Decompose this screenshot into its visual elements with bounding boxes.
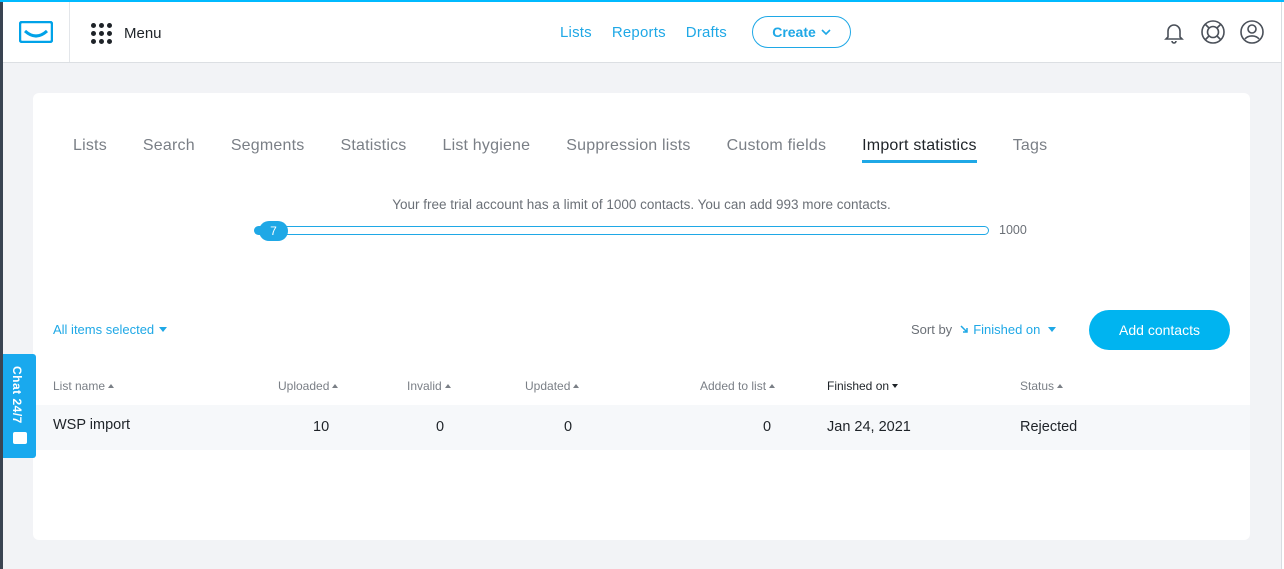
sort-down-icon <box>892 384 899 388</box>
sort-up-icon <box>444 384 451 388</box>
create-label: Create <box>772 24 816 40</box>
chat-label: Chat 24/7 <box>10 366 24 424</box>
col-label: Finished on <box>827 379 890 393</box>
sort-up-icon <box>332 384 339 388</box>
logo[interactable] <box>3 2 70 62</box>
nav-lists-link[interactable]: Lists <box>560 24 592 41</box>
sort-control: Sort by Finished on <box>911 322 1057 337</box>
contact-limit-bar: 7 1000 <box>254 221 1027 241</box>
envelope-logo-icon <box>19 21 53 43</box>
selection-label: All items selected <box>53 322 155 337</box>
nav-reports-link[interactable]: Reports <box>612 24 666 41</box>
limit-max-label: 1000 <box>999 223 1027 237</box>
cell-status: Rejected <box>1020 419 1078 435</box>
menu-button[interactable]: Menu <box>91 21 162 45</box>
col-list-name[interactable]: List name <box>53 379 115 393</box>
notification-bell-icon[interactable] <box>1161 19 1187 45</box>
left-window-edge <box>0 2 3 569</box>
col-label: Updated <box>525 379 571 393</box>
col-label: List name <box>53 379 106 393</box>
col-uploaded[interactable]: Uploaded <box>278 379 339 393</box>
tab-search[interactable]: Search <box>143 137 195 161</box>
limit-current-badge: 7 <box>259 221 288 241</box>
tab-lists[interactable]: Lists <box>73 137 107 161</box>
top-nav: Lists Reports Drafts Create <box>560 16 851 48</box>
cell-updated: 0 <box>564 419 573 435</box>
col-added-to-list[interactable]: Added to list <box>700 379 776 393</box>
chevron-down-icon <box>821 28 831 35</box>
sort-up-icon <box>108 384 115 388</box>
limit-track <box>262 226 989 235</box>
col-label: Added to list <box>700 379 767 393</box>
tab-segments[interactable]: Segments <box>231 137 305 161</box>
tab-import-statistics[interactable]: Import statistics <box>862 137 977 163</box>
caret-down-icon <box>1048 327 1057 332</box>
chat-support-tab[interactable]: Chat 24/7 <box>3 354 36 458</box>
sort-up-icon <box>573 384 580 388</box>
col-label: Status <box>1020 379 1055 393</box>
tab-custom-fields[interactable]: Custom fields <box>727 137 827 161</box>
cell-added: 0 <box>763 419 772 435</box>
chat-bubble-icon <box>13 432 27 444</box>
cell-invalid: 0 <box>436 419 445 435</box>
sort-dropdown[interactable]: Finished on <box>960 322 1057 337</box>
col-status[interactable]: Status <box>1020 379 1064 393</box>
tab-suppression-lists[interactable]: Suppression lists <box>566 137 690 161</box>
add-contacts-button[interactable]: Add contacts <box>1089 310 1230 350</box>
import-statistics-card: Lists Search Segments Statistics List hy… <box>33 93 1250 540</box>
contact-limit-message: Your free trial account has a limit of 1… <box>392 197 891 212</box>
create-button[interactable]: Create <box>752 16 851 48</box>
sort-label: Sort by <box>911 322 953 337</box>
contacts-tabs: Lists Search Segments Statistics List hy… <box>73 137 1083 163</box>
header-icons <box>1161 19 1265 45</box>
table-row[interactable]: WSP import 10 0 0 0 Jan 24, 2021 Rejecte… <box>33 405 1250 450</box>
sort-value: Finished on <box>973 322 1041 337</box>
user-account-icon[interactable] <box>1239 19 1265 45</box>
tab-list-hygiene[interactable]: List hygiene <box>442 137 530 161</box>
col-updated[interactable]: Updated <box>525 379 580 393</box>
col-label: Invalid <box>407 379 442 393</box>
col-finished-on[interactable]: Finished on <box>827 379 899 393</box>
apps-grid-icon <box>91 22 112 44</box>
sort-up-icon <box>1057 384 1064 388</box>
caret-down-icon <box>159 327 168 332</box>
help-lifebuoy-icon[interactable] <box>1200 19 1226 45</box>
col-label: Uploaded <box>278 379 330 393</box>
tab-tags[interactable]: Tags <box>1013 137 1048 161</box>
table-header: List name Uploaded Invalid Updated Added… <box>33 379 1250 395</box>
menu-label: Menu <box>124 24 162 42</box>
tab-statistics[interactable]: Statistics <box>340 137 406 161</box>
cell-list-name[interactable]: WSP import <box>53 417 130 433</box>
nav-drafts-link[interactable]: Drafts <box>686 24 727 41</box>
cell-finished-on: Jan 24, 2021 <box>827 419 911 435</box>
sort-up-icon <box>769 384 776 388</box>
col-invalid[interactable]: Invalid <box>407 379 451 393</box>
top-header: Menu Lists Reports Drafts Create <box>3 2 1281 63</box>
sort-descending-icon <box>960 325 968 333</box>
selection-dropdown[interactable]: All items selected <box>53 322 168 337</box>
cell-uploaded: 10 <box>313 419 330 435</box>
